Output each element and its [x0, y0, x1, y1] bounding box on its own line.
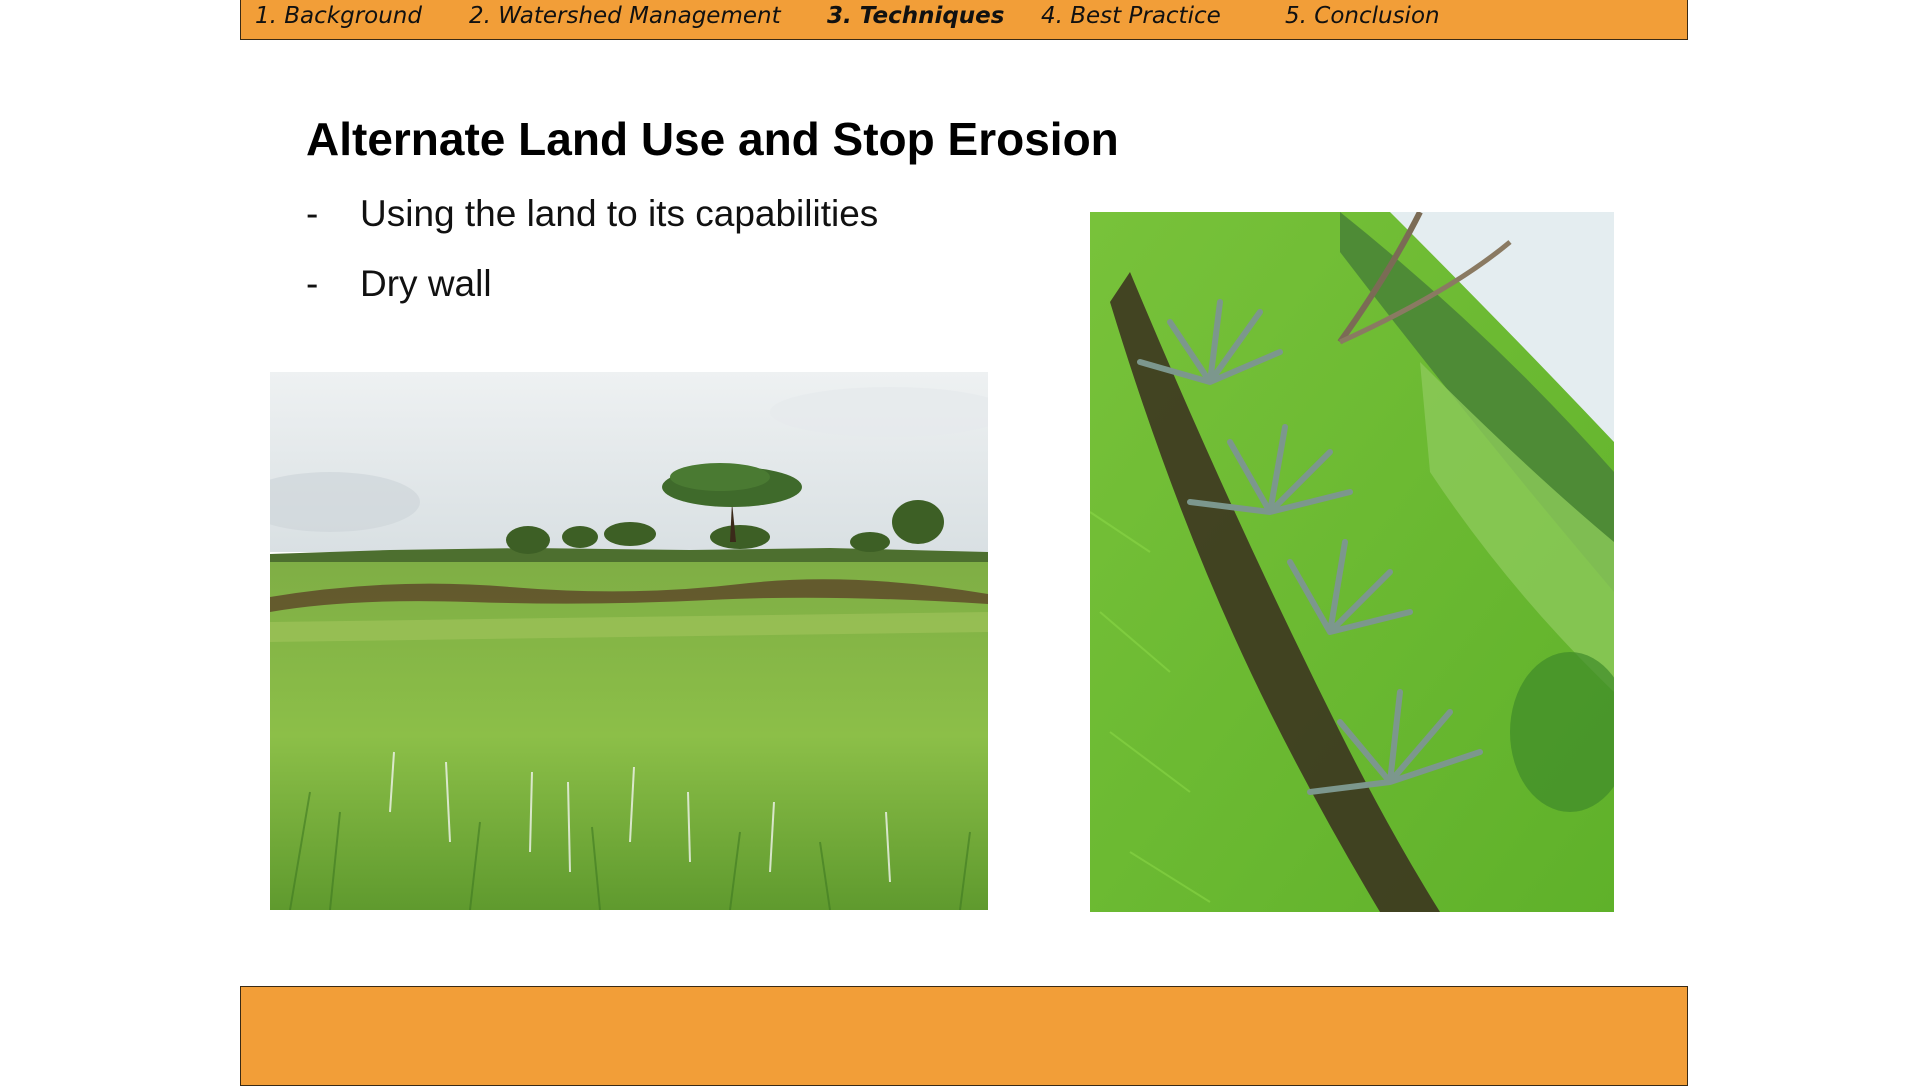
grassland-photo — [270, 372, 988, 910]
bullet-dash: - — [306, 263, 319, 304]
bullet-item: - Using the land to its capabilities — [306, 193, 878, 235]
bullet-dash: - — [306, 193, 319, 234]
nav-item-techniques[interactable]: 3. Techniques — [827, 1, 1004, 31]
bullet-item: - Dry wall — [306, 263, 492, 305]
bottom-bar — [240, 986, 1688, 1086]
nav-item-best-practice[interactable]: 4. Best Practice — [1041, 1, 1221, 31]
slide-title: Alternate Land Use and Stop Erosion — [306, 113, 1119, 165]
bullet-text: Dry wall — [360, 263, 492, 304]
dry-wall-photo — [1090, 212, 1614, 912]
top-navigation-bar: 1. Background 2. Watershed Management 3.… — [240, 0, 1688, 40]
nav-item-watershed-management[interactable]: 2. Watershed Management — [469, 1, 781, 31]
nav-item-background[interactable]: 1. Background — [255, 1, 422, 31]
nav-item-conclusion[interactable]: 5. Conclusion — [1285, 1, 1440, 31]
bullet-text: Using the land to its capabilities — [360, 193, 879, 234]
